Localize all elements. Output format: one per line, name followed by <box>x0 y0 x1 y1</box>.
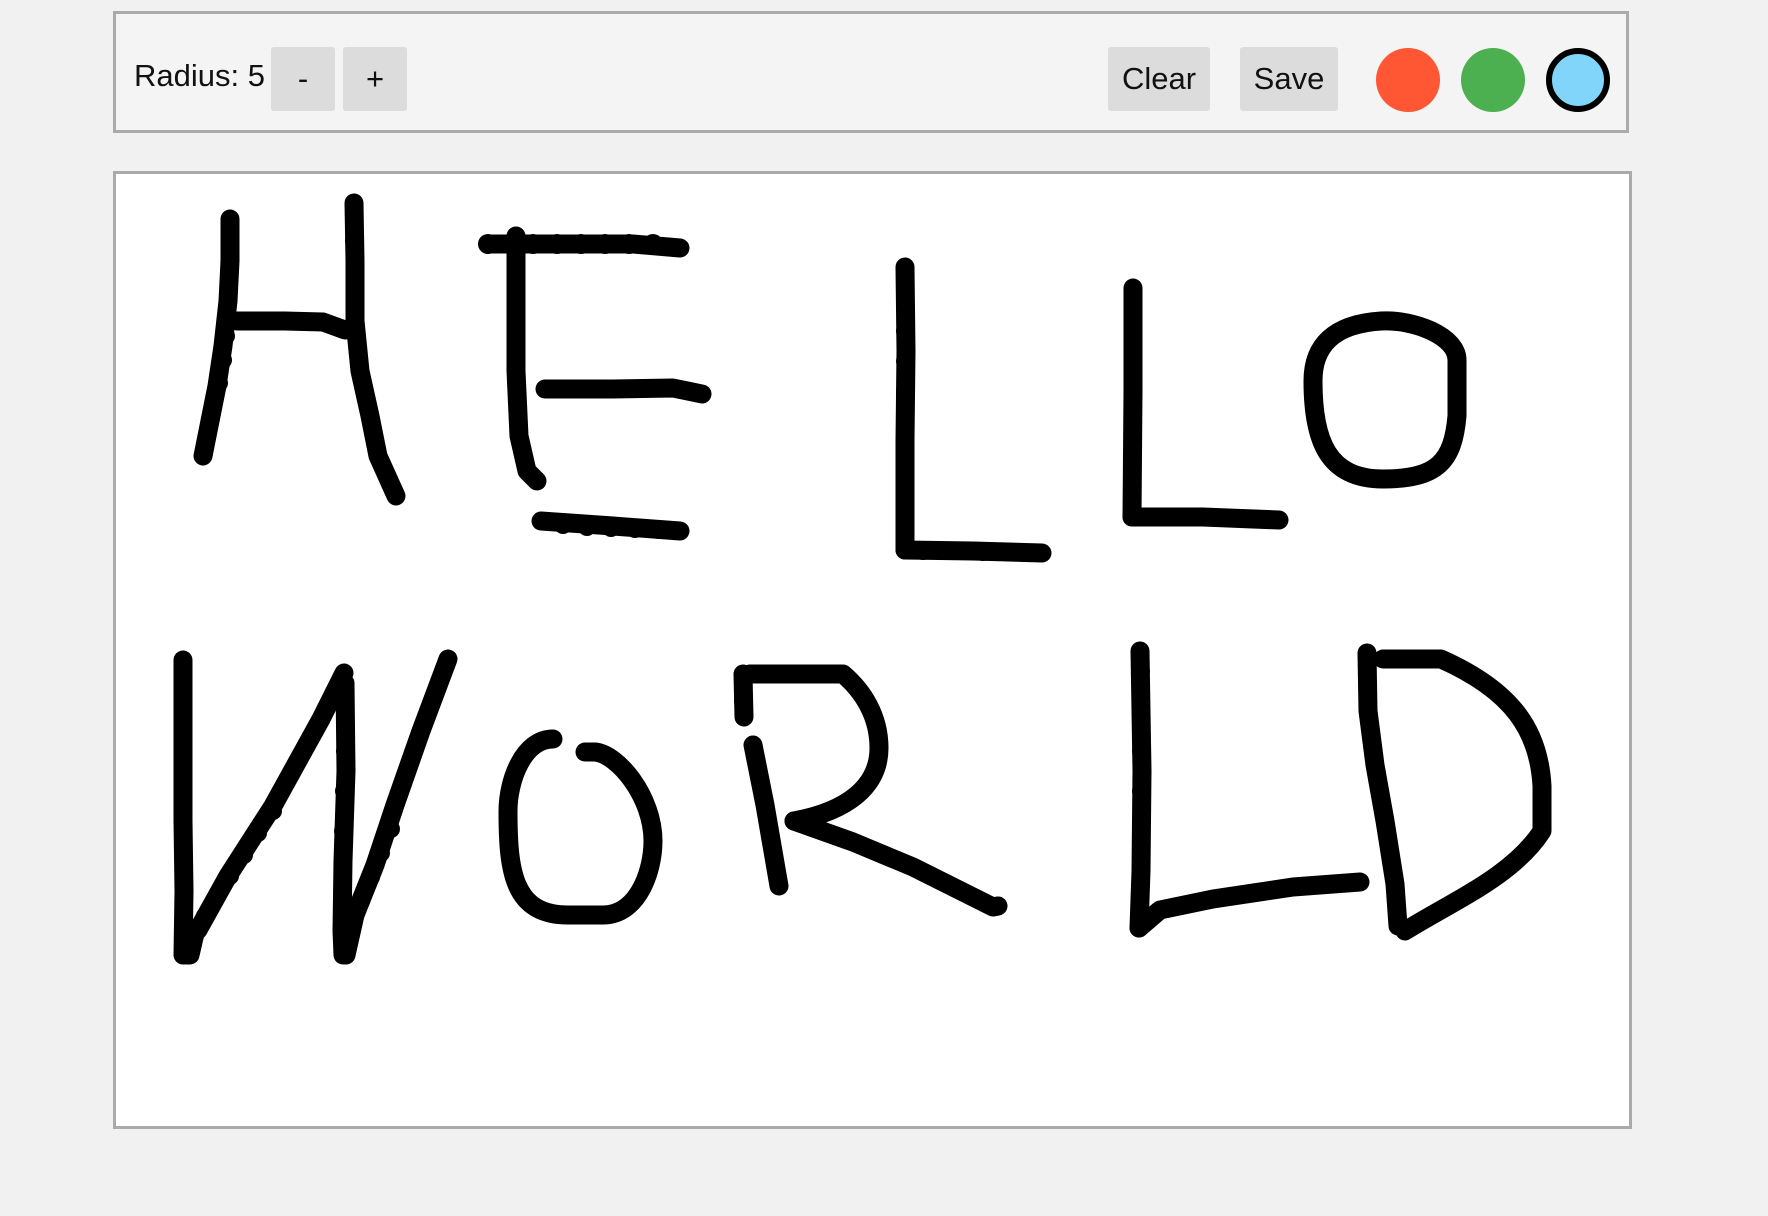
stroke-r-stem <box>743 735 789 896</box>
color-swatch-light-blue[interactable] <box>1546 48 1610 112</box>
toolbar: Radius: 5 - + Clear Save <box>113 11 1629 133</box>
clear-button[interactable]: Clear <box>1108 47 1210 111</box>
color-swatch-orange[interactable] <box>1376 48 1440 112</box>
stroke-h-crossbar <box>227 311 355 340</box>
stroke-w-diag2 <box>336 649 458 965</box>
increase-radius-button[interactable]: + <box>343 47 407 111</box>
radius-value: 5 <box>247 58 265 93</box>
color-swatch-green[interactable] <box>1461 48 1525 112</box>
stroke-l2-base <box>1122 507 1289 530</box>
stroke-o2 <box>498 729 663 925</box>
save-button[interactable]: Save <box>1240 47 1338 111</box>
decrease-radius-button[interactable]: - <box>271 47 335 111</box>
stroke-l2-vertical <box>1122 278 1143 527</box>
stroke-l3-base <box>1129 872 1370 938</box>
stroke-r-leg <box>784 811 1008 917</box>
handwritten-strokes <box>173 193 1552 965</box>
radius-display: Radius: 5 <box>134 58 265 94</box>
canvas-drawing <box>173 193 1552 965</box>
radius-label: Radius: <box>134 58 240 93</box>
stroke-w-middle <box>332 673 356 965</box>
stroke-d-curve <box>1373 649 1552 941</box>
stroke-o1 <box>1303 311 1467 489</box>
drawing-canvas[interactable] <box>113 171 1632 1129</box>
